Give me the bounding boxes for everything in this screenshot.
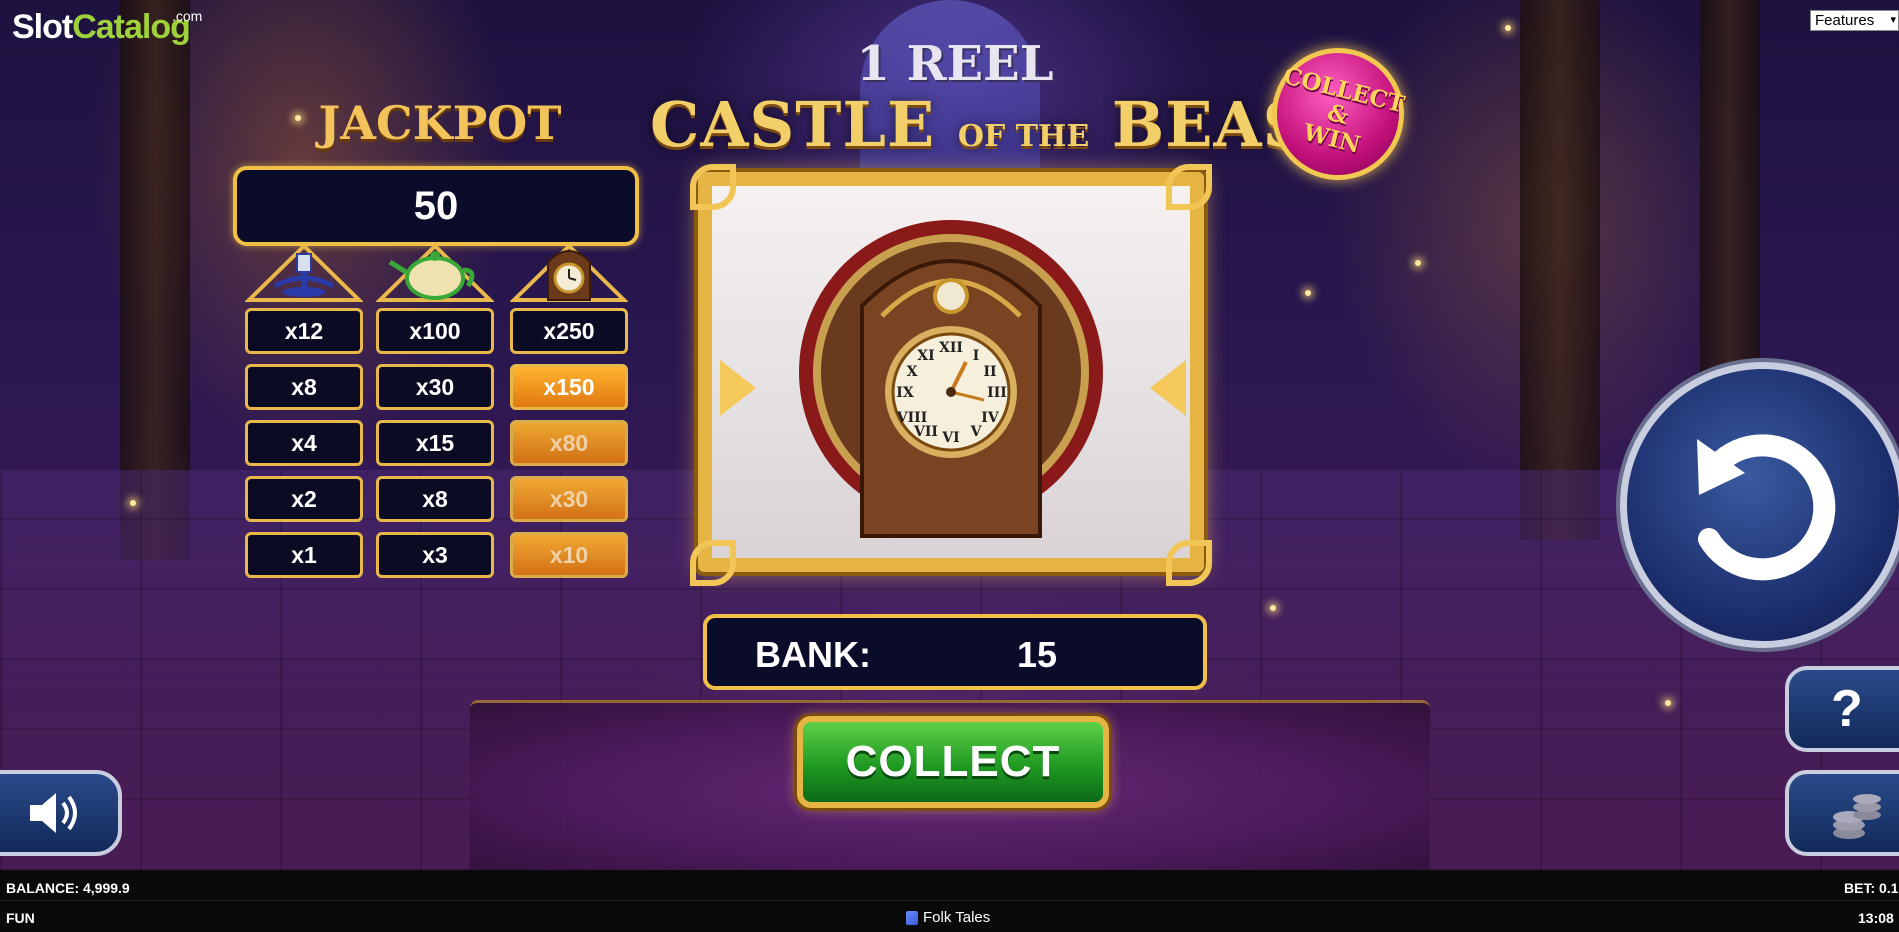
- svg-text:XI: XI: [917, 348, 934, 364]
- title-word: CASTLE: [650, 88, 936, 161]
- sparkle: [1270, 605, 1276, 611]
- clock-text: 13:08: [1858, 910, 1894, 926]
- multiplier-cell: x1: [245, 532, 363, 578]
- bank-value: 15: [1017, 634, 1058, 675]
- sparkle: [130, 500, 136, 506]
- svg-text:II: II: [983, 364, 996, 380]
- svg-text:VI: VI: [941, 430, 959, 446]
- svg-text:XII: XII: [939, 340, 963, 356]
- help-button[interactable]: ?: [1785, 666, 1899, 752]
- provider-label: Folk Tales: [906, 909, 990, 926]
- grandfather-clock-icon: XII III VI IX I II XI X IV V VIII VII: [799, 220, 1103, 538]
- background-pillar: [1520, 0, 1600, 540]
- sparkle: [1665, 700, 1671, 706]
- refresh-icon: [1697, 434, 1836, 581]
- balance-text: BALANCE: 4,999.9: [6, 880, 130, 896]
- coins-icon: [1833, 794, 1881, 839]
- sparkle: [1505, 25, 1511, 31]
- sparkle: [1415, 260, 1421, 266]
- frame-ornament: [690, 164, 736, 210]
- multiplier-cell-highlighted: x80: [510, 420, 628, 466]
- chevron-down-icon: ▾: [1890, 14, 1896, 26]
- jackpot-title: JACKPOT: [318, 96, 562, 150]
- frame-ornament: [1166, 540, 1212, 586]
- clock-icon: [509, 240, 629, 302]
- frame-ornament: [1166, 164, 1212, 210]
- svg-text:X: X: [907, 364, 918, 380]
- jackpot-value: 50: [233, 166, 639, 246]
- provider-logo-icon: [906, 910, 918, 925]
- svg-text:IX: IX: [896, 385, 914, 401]
- multiplier-cell: x4: [245, 420, 363, 466]
- svg-text:I: I: [973, 348, 980, 364]
- reel-window: XII III VI IX I II XI X IV V VIII VII: [698, 172, 1204, 572]
- frame-ornament: [690, 540, 736, 586]
- multiplier-cell: x12: [245, 308, 363, 354]
- multiplier-cell: x250: [510, 308, 628, 354]
- multiplier-cell: x8: [245, 364, 363, 410]
- site-logo: SlotCatalog .com: [12, 8, 202, 47]
- multiplier-cell: x8: [376, 476, 494, 522]
- bank-display: BANK: 15: [703, 614, 1207, 690]
- multiplier-cell: x3: [376, 532, 494, 578]
- sound-button[interactable]: [0, 770, 122, 856]
- multiplier-cell-highlighted: x30: [510, 476, 628, 522]
- collect-win-badge: COLLECT & WIN: [1257, 33, 1419, 195]
- reel-marker-left-icon: [720, 360, 756, 416]
- features-select-value: Features: [1815, 12, 1875, 29]
- svg-text:V: V: [970, 424, 983, 440]
- status-divider: [0, 900, 1899, 901]
- badge-line: WIN: [1300, 118, 1364, 159]
- spin-button[interactable]: [1620, 362, 1899, 648]
- collect-button-label: COLLECT: [845, 737, 1061, 786]
- mode-text: FUN: [6, 910, 35, 926]
- multiplier-cell: x15: [376, 420, 494, 466]
- multiplier-cell: x30: [376, 364, 494, 410]
- svg-text:III: III: [987, 385, 1007, 401]
- game-title: CASTLE OF THE BEAST: [650, 88, 1355, 161]
- svg-text:VII: VII: [913, 424, 938, 440]
- sparkle: [1305, 290, 1311, 296]
- multiplier-cell: x2: [245, 476, 363, 522]
- speaker-icon: [30, 793, 77, 833]
- reel-marker-right-icon: [1150, 360, 1186, 416]
- game-subtitle: 1 REEL: [856, 36, 1054, 92]
- bank-label: BANK:: [755, 634, 871, 675]
- features-select[interactable]: Features ▾: [1810, 10, 1899, 31]
- collect-button[interactable]: COLLECT: [797, 716, 1109, 808]
- title-word-small: OF THE: [957, 119, 1090, 154]
- candlestick-icon: [244, 240, 364, 302]
- provider-name: Folk Tales: [923, 909, 991, 926]
- bet-coins-button[interactable]: [1785, 770, 1899, 856]
- multiplier-cell-highlighted: x10: [510, 532, 628, 578]
- teapot-icon: [375, 240, 495, 302]
- bet-text: BET: 0.1: [1844, 880, 1899, 896]
- logo-text: SlotCatalog: [12, 8, 191, 46]
- logo-suffix: .com: [172, 8, 203, 24]
- multiplier-cell-highlighted: x150: [510, 364, 628, 410]
- svg-text:IV: IV: [981, 410, 1000, 426]
- game-scene: SlotCatalog .com 1 REEL CASTLE OF THE BE…: [0, 0, 1899, 870]
- status-bar: BALANCE: 4,999.9 BET: 0.1 FUN Folk Tales…: [0, 870, 1899, 932]
- multiplier-cell: x100: [376, 308, 494, 354]
